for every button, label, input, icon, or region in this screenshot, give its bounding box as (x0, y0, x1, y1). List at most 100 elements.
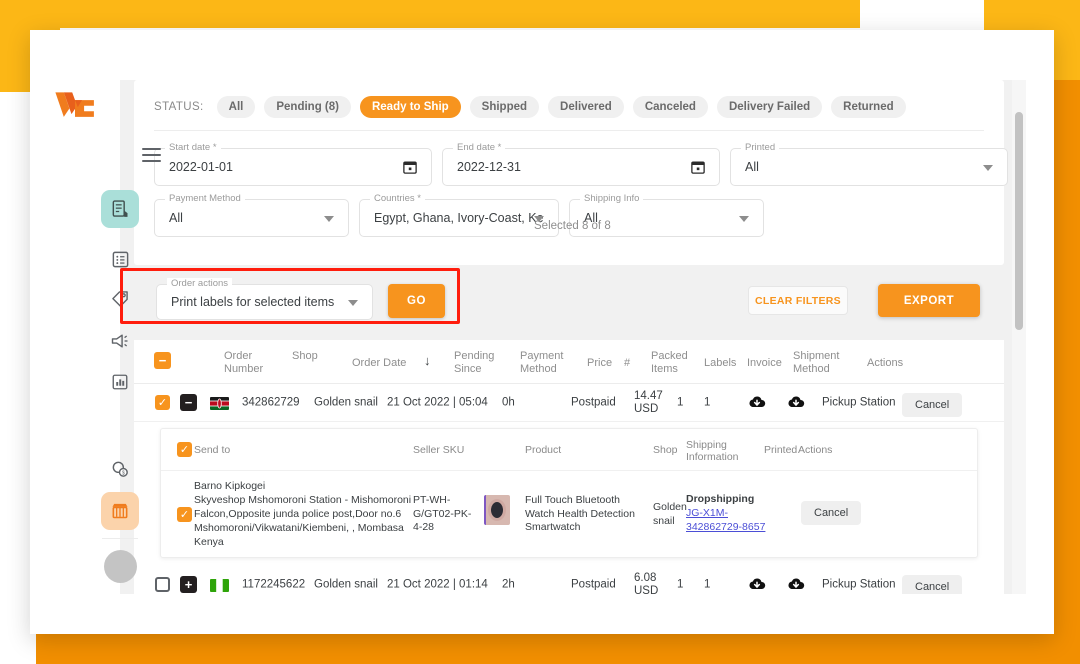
sidebar-item-orders[interactable] (101, 190, 139, 228)
status-chip-delivery-failed[interactable]: Delivery Failed (716, 96, 823, 118)
cell-shop: Golden snail (314, 578, 378, 590)
cell-sub-shop: Golden snail (653, 501, 687, 527)
sidebar-item-promotions[interactable] (101, 280, 139, 318)
col-payment-method[interactable]: Payment Method (520, 350, 570, 376)
start-date-field[interactable]: Start date * 2022-01-01 (154, 142, 432, 186)
payment-method-legend: Payment Method (165, 193, 245, 204)
countries-value: Egypt, Ghana, Ivory-Coast, Kenya, M... (374, 211, 544, 225)
chevron-down-icon[interactable] (983, 165, 993, 171)
status-chip-shipped[interactable]: Shipped (469, 96, 540, 118)
table-row[interactable]: + 1172245622 Golden snail 21 Oct 2022 | … (134, 566, 1004, 594)
row-expander-collapse[interactable]: − (180, 394, 197, 411)
subrow-select-checkbox[interactable]: ✓ (177, 507, 192, 522)
sidebar-item-shop[interactable] (101, 492, 139, 530)
subtable-select-all-checkbox[interactable]: ✓ (177, 442, 192, 457)
cell-packed-items: 1 (704, 578, 711, 590)
cell-shipment-method: Pickup Station (822, 578, 896, 590)
payment-method-field[interactable]: Payment Method All (154, 193, 349, 237)
cell-shop: Golden snail (314, 396, 378, 408)
col-shipment-method[interactable]: Shipment Method (793, 350, 851, 376)
status-chip-ready-to-ship[interactable]: Ready to Ship (359, 96, 461, 118)
list-grid-icon (112, 251, 128, 267)
megaphone-icon (111, 334, 128, 348)
decor-top-strip (0, 0, 860, 28)
cell-count: 1 (677, 396, 684, 408)
status-chip-all[interactable]: All (216, 96, 256, 118)
tracking-link-part-2[interactable]: 342862729-8657 (686, 521, 765, 535)
cancel-item-button[interactable]: Cancel (801, 501, 862, 525)
col-count[interactable]: # (624, 357, 630, 370)
col-invoice[interactable]: Invoice (747, 357, 782, 370)
status-chip-canceled[interactable]: Canceled (632, 96, 708, 118)
chevron-down-icon[interactable] (739, 216, 749, 222)
order-actions-value: Print labels for selected items (171, 295, 335, 309)
select-all-checkbox[interactable]: − (154, 352, 171, 369)
countries-field[interactable]: Countries * Egypt, Ghana, Ivory-Coast, K… (359, 193, 559, 237)
cell-packed-items: 1 (704, 396, 711, 408)
invoice-cloud-download-icon[interactable] (787, 577, 805, 592)
country-flag-nigeria (210, 579, 229, 592)
sidebar-item-marketing[interactable] (101, 322, 139, 360)
calendar-icon[interactable] (403, 160, 417, 175)
menu-toggle-button[interactable] (142, 142, 168, 168)
col-order-date[interactable]: Order Date (352, 357, 406, 370)
bar-chart-icon (112, 374, 128, 390)
cancel-order-button[interactable]: Cancel (902, 393, 963, 417)
col-order-number[interactable]: Order Number (224, 350, 280, 376)
go-button[interactable]: GO (388, 284, 445, 318)
order-actions-select[interactable]: Order actions Print labels for selected … (156, 278, 373, 320)
end-date-field[interactable]: End date * 2022-12-31 (442, 142, 720, 186)
labels-cloud-download-icon[interactable] (748, 577, 766, 592)
sort-arrow-icon[interactable]: ↓ (424, 354, 431, 367)
orders-table: − Order Number Shop Order Date ↓ Pending… (134, 340, 1004, 594)
col-packed-items[interactable]: Packed Items (651, 350, 695, 376)
vertical-scrollbar[interactable] (1012, 80, 1026, 594)
status-chip-returned[interactable]: Returned (831, 96, 906, 118)
clear-filters-button[interactable]: CLEAR FILTERS (748, 286, 848, 315)
col-actions[interactable]: Actions (867, 357, 903, 370)
labels-cloud-download-icon[interactable] (748, 395, 766, 410)
hamburger-icon-line (142, 148, 161, 150)
table-row[interactable]: ✓ − 342862729 Golden snail 21 Oct 2022 |… (134, 384, 1004, 422)
subtable-row: ✓ Barno Kipkogei Skyveshop Mshomoroni St… (161, 471, 977, 559)
subcol-seller-sku: Seller SKU (413, 444, 465, 456)
col-price[interactable]: Price (587, 357, 612, 370)
sidebar-item-finance[interactable]: $ (101, 450, 139, 488)
col-labels[interactable]: Labels (704, 357, 736, 370)
tag-icon (112, 291, 128, 307)
subcol-product: Product (525, 444, 562, 456)
chevron-down-icon[interactable] (348, 300, 358, 306)
printed-field[interactable]: Printed All (730, 142, 1008, 186)
table-header-row: − Order Number Shop Order Date ↓ Pending… (134, 340, 1004, 384)
printed-value: All (745, 160, 759, 174)
shipping-type-label: Dropshipping (686, 493, 755, 505)
cell-pending-since: 0h (502, 396, 515, 408)
export-button[interactable]: EXPORT (878, 284, 980, 317)
row-select-checkbox[interactable] (155, 577, 170, 592)
status-chip-pending[interactable]: Pending (8) (264, 96, 351, 118)
cell-seller-sku: PT-WH-G/GT02-PK-4-28 (413, 494, 472, 533)
smartwatch-image (488, 499, 506, 521)
hamburger-icon-line (142, 154, 161, 156)
cell-pending-since: 2h (502, 578, 515, 590)
col-shop[interactable]: Shop (292, 350, 318, 363)
row-select-checkbox[interactable]: ✓ (155, 395, 170, 410)
tracking-link-part-1[interactable]: JG-X1M- (686, 507, 728, 521)
col-pending-since[interactable]: Pending Since (454, 350, 498, 376)
cell-payment-method: Postpaid (571, 578, 616, 590)
chevron-down-icon[interactable] (324, 216, 334, 222)
sidebar-item-catalog[interactable] (101, 240, 139, 278)
brand-logo[interactable] (30, 82, 120, 128)
end-date-value: 2022-12-31 (457, 160, 521, 174)
status-chip-delivered[interactable]: Delivered (548, 96, 624, 118)
sidebar-item-reports[interactable] (101, 363, 139, 401)
scrollbar-thumb[interactable] (1015, 112, 1023, 330)
row-expander-expand[interactable]: + (180, 576, 197, 593)
invoice-cloud-download-icon[interactable] (787, 395, 805, 410)
country-flag-kenya (210, 397, 229, 410)
subcol-shop: Shop (653, 444, 678, 456)
cell-shipment-method: Pickup Station (822, 396, 896, 408)
avatar[interactable] (104, 550, 137, 583)
calendar-icon[interactable] (691, 160, 705, 175)
cancel-order-button[interactable]: Cancel (902, 575, 963, 594)
